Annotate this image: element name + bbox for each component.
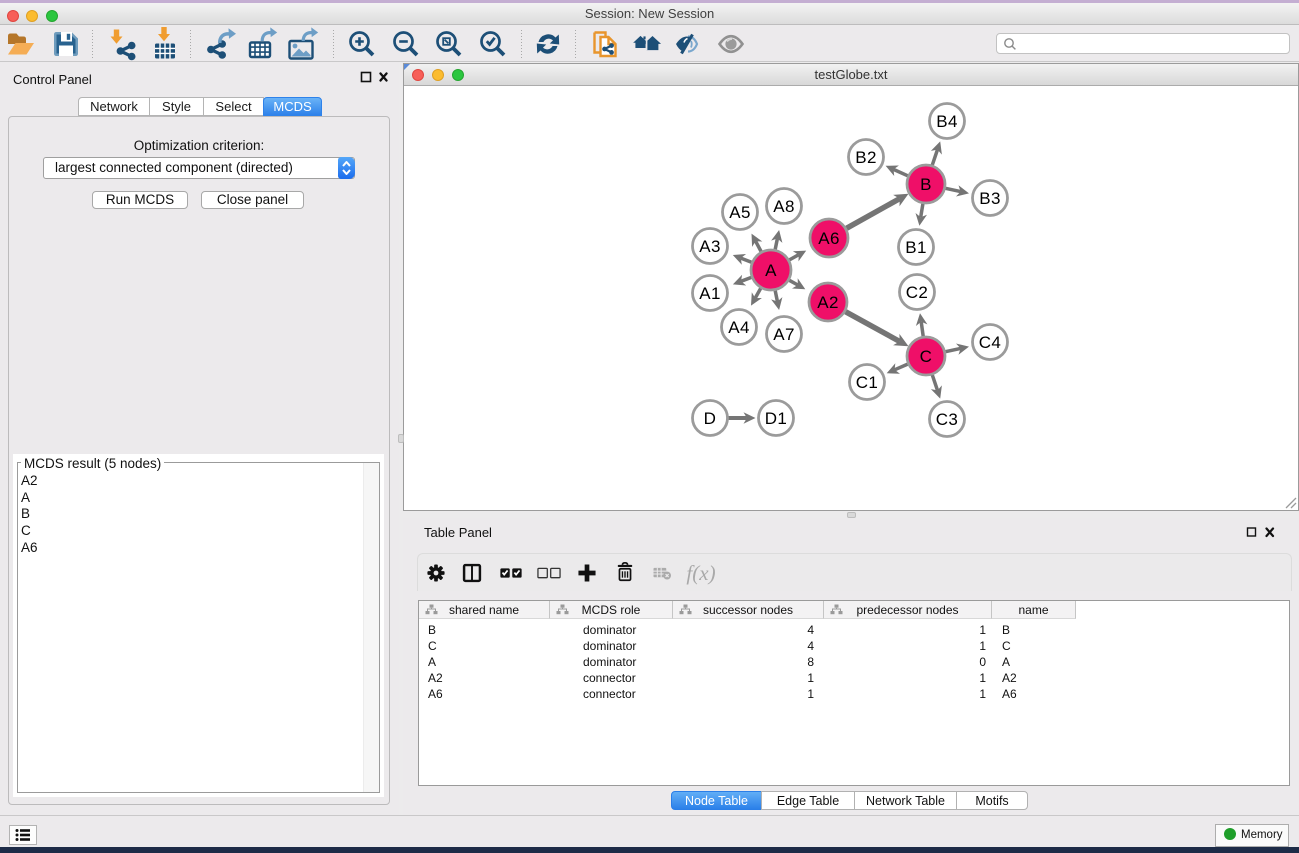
svg-text:A4: A4 bbox=[728, 318, 750, 337]
svg-text:B2: B2 bbox=[855, 148, 877, 167]
svg-text:C: C bbox=[920, 347, 933, 366]
svg-text:A: A bbox=[765, 261, 777, 280]
svg-text:A3: A3 bbox=[699, 237, 721, 256]
svg-text:C3: C3 bbox=[936, 410, 959, 429]
svg-text:A1: A1 bbox=[699, 284, 721, 303]
svg-text:A8: A8 bbox=[773, 197, 795, 216]
svg-text:A2: A2 bbox=[817, 293, 839, 312]
svg-text:f(x): f(x) bbox=[686, 561, 715, 585]
svg-text:B4: B4 bbox=[936, 112, 958, 131]
svg-text:B: B bbox=[920, 175, 932, 194]
svg-text:A6: A6 bbox=[818, 229, 840, 248]
svg-text:C4: C4 bbox=[979, 333, 1002, 352]
svg-text:D: D bbox=[704, 409, 717, 428]
svg-text:B1: B1 bbox=[905, 238, 927, 257]
svg-text:A5: A5 bbox=[729, 203, 751, 222]
svg-text:C1: C1 bbox=[856, 373, 879, 392]
svg-text:C2: C2 bbox=[906, 283, 929, 302]
svg-text:B3: B3 bbox=[979, 189, 1001, 208]
svg-text:D1: D1 bbox=[765, 409, 788, 428]
svg-text:A7: A7 bbox=[773, 325, 795, 344]
